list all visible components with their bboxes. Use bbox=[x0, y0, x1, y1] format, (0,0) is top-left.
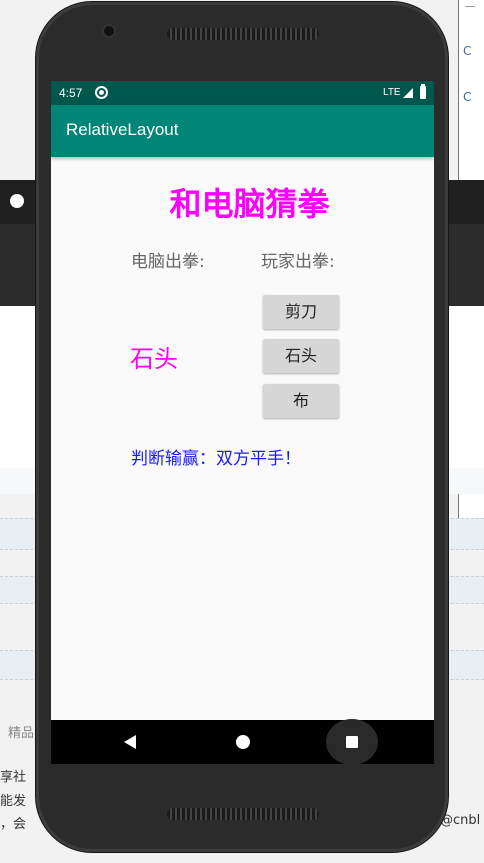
background-tab-label: 精品 bbox=[8, 726, 35, 741]
background-text: 能发 bbox=[0, 794, 27, 809]
network-type: LTE bbox=[383, 87, 401, 98]
sync-icon bbox=[95, 86, 108, 99]
phone-frame: 4:57 LTE RelativeLayout 和电脑猜拳 电脑出拳: 玩家出拳… bbox=[36, 2, 448, 852]
app-title: RelativeLayout bbox=[66, 120, 179, 139]
background-text: ，会 bbox=[0, 817, 27, 832]
status-bar: 4:57 LTE bbox=[51, 81, 434, 105]
scissors-button[interactable]: 剪刀 bbox=[263, 295, 339, 329]
front-camera bbox=[104, 26, 114, 36]
panel-c-icon: C bbox=[463, 90, 472, 104]
computer-choice: 石头 bbox=[130, 345, 178, 373]
background-dot-icon bbox=[10, 194, 24, 208]
navigation-bar bbox=[51, 719, 434, 764]
panel-dash bbox=[465, 6, 475, 7]
computer-label: 电脑出拳: bbox=[131, 252, 205, 272]
earpiece-speaker bbox=[167, 28, 319, 40]
status-time: 4:57 bbox=[59, 86, 83, 100]
signal-icon bbox=[403, 88, 413, 98]
battery-icon bbox=[420, 84, 426, 99]
back-icon[interactable] bbox=[124, 735, 136, 749]
recents-icon[interactable] bbox=[346, 736, 358, 748]
bottom-speaker bbox=[167, 808, 319, 820]
background-text: @cnbl bbox=[440, 813, 481, 828]
app-bar: RelativeLayout bbox=[51, 105, 434, 157]
paper-button[interactable]: 布 bbox=[263, 384, 339, 418]
result-text: 判断输赢：双方平手！ bbox=[131, 449, 301, 469]
background-text: 享社 bbox=[0, 770, 27, 785]
phone-screen: 4:57 LTE RelativeLayout 和电脑猜拳 电脑出拳: 玩家出拳… bbox=[51, 81, 434, 764]
player-label: 玩家出拳: bbox=[261, 252, 335, 272]
home-icon[interactable] bbox=[236, 735, 250, 749]
game-title: 和电脑猜拳 bbox=[169, 185, 330, 223]
panel-c-icon: C bbox=[463, 44, 472, 58]
rock-button[interactable]: 石头 bbox=[263, 339, 339, 373]
